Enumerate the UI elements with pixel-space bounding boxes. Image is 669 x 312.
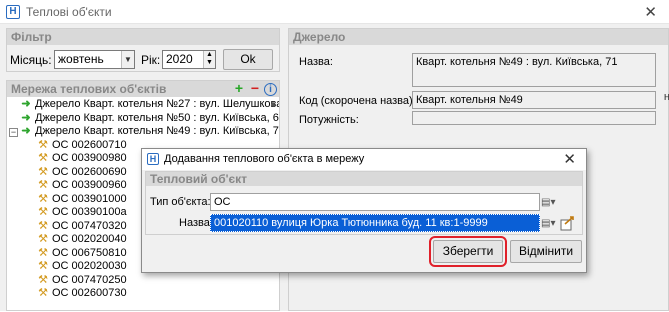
network-header-label: Мережа теплових об'єктів — [11, 82, 167, 96]
tree-item-label: ОС 002020030 — [52, 260, 127, 272]
spin-arrows-icon[interactable]: ▲ ▼ — [203, 51, 215, 68]
green-arrow-icon: ➜ — [21, 111, 31, 124]
month-select[interactable]: жовтень ▼ — [54, 50, 135, 69]
save-button[interactable]: Зберегти — [429, 236, 507, 267]
pipe-icon: ⚒ — [38, 165, 48, 178]
object-type-label: Тип об'єкта: — [150, 196, 211, 208]
pipe-icon: ⚒ — [38, 179, 48, 191]
pipe-icon: ⚒ — [38, 138, 48, 151]
source-header: Джерело — [289, 29, 668, 45]
remove-icon[interactable]: − — [248, 81, 262, 96]
tree-item-label: ОС 003901000 — [52, 192, 127, 205]
tree-item-label: ОС 002020040 — [52, 233, 127, 245]
object-group: Тепловий об'єкт Тип об'єкта: ОС ▤▾ Назва… — [145, 171, 583, 235]
tree-item-label: Джерело Кварт. котельня №27 : вул. Шелуш… — [35, 98, 279, 110]
object-name-field[interactable]: 001020110 вулиця Юрка Тютюнника буд. 11 … — [210, 214, 540, 232]
ok-button[interactable]: Ok — [223, 49, 273, 70]
tree-item[interactable]: ⚒ ОС 002600730 — [7, 287, 279, 301]
year-spinner[interactable]: 2020 ▲ ▼ — [162, 50, 216, 69]
source-name-field[interactable]: Кварт. котельня №49 : вул. Київська, 71 — [412, 53, 656, 87]
clipped-text: н — [663, 91, 669, 103]
year-value: 2020 — [166, 52, 193, 66]
dialog-close-button[interactable]: ✕ — [563, 150, 576, 168]
pipe-icon: ⚒ — [38, 192, 48, 205]
add-icon[interactable]: + — [232, 81, 246, 96]
pipe-icon: ⚒ — [38, 152, 48, 164]
object-name-label: Назва: — [179, 217, 213, 229]
tree-item-label: ОС 006750810 — [52, 246, 127, 259]
tree-item[interactable]: ⚒ ОС 007470250 — [7, 274, 279, 288]
collapse-icon[interactable]: − — [9, 128, 18, 137]
pipe-icon: ⚒ — [38, 287, 48, 299]
scroll-up-icon[interactable]: ▲ — [269, 99, 277, 108]
dialog-app-icon: H — [147, 153, 159, 165]
green-arrow-icon: ➜ — [21, 125, 31, 137]
month-value: жовтень — [58, 52, 104, 66]
tree-item-label: ОС 007470250 — [52, 273, 127, 286]
tree-item-label: ОС 00390100а — [52, 206, 127, 218]
window-title: Теплові об'єкти — [26, 4, 112, 19]
dropdown-icon[interactable]: ▤▾ — [541, 195, 555, 210]
dialog-title: Додавання теплового об'єкта в мережу — [164, 153, 365, 165]
chevron-down-icon[interactable]: ▼ — [121, 51, 134, 68]
window-close-button[interactable]: ✕ — [644, 3, 657, 21]
network-header: Мережа теплових об'єктів + − i — [7, 81, 279, 97]
pipe-icon: ⚒ — [38, 273, 48, 286]
tree-item-label: ОС 003900960 — [52, 179, 127, 191]
pick-object-icon[interactable] — [560, 215, 576, 231]
tree-item[interactable]: − ➜ Джерело Кварт. котельня №49 : вул. Киї… — [7, 125, 279, 139]
name-dropdown-icon[interactable]: ▤▾ — [541, 216, 555, 231]
tree-item-label: ОС 002600690 — [52, 165, 127, 178]
add-object-dialog: H Додавання теплового об'єкта в мережу ✕… — [141, 148, 587, 273]
cancel-button[interactable]: Відмінити — [510, 240, 582, 263]
year-label: Рік: — [141, 53, 161, 67]
pipe-icon: ⚒ — [38, 246, 48, 259]
source-code-label: Код (скорочена назва): — [299, 95, 416, 107]
tree-item-label: Джерело Кварт. котельня №49 : вул. Київс… — [35, 125, 279, 137]
tree-item-label: ОС 007470320 — [52, 219, 127, 232]
source-power-label: Потужність: — [299, 114, 359, 126]
object-name-value: 001020110 вулиця Юрка Тютюнника буд. 11 … — [214, 217, 488, 229]
tree-item-label: ОС 002600730 — [52, 287, 127, 299]
pipe-icon: ⚒ — [38, 260, 48, 272]
app-icon: H — [6, 4, 20, 19]
source-power-field[interactable] — [412, 111, 656, 125]
tree-item-label: ОС 002600710 — [52, 138, 127, 151]
dialog-titlebar: H Додавання теплового об'єкта в мережу ✕ — [142, 149, 586, 170]
tree-item[interactable]: ➜ Джерело Кварт. котельня №27 : вул. Шелу… — [7, 98, 279, 112]
source-name-label: Назва: — [299, 56, 333, 68]
filter-header: Фільтр — [7, 29, 279, 45]
tree-item-label: Джерело Кварт. котельня №50 : вул. Київс… — [35, 111, 279, 124]
tree-item[interactable]: ➜ Джерело Кварт. котельня №50 : вул. Київ… — [7, 112, 279, 126]
info-icon[interactable]: i — [264, 82, 277, 96]
pipe-icon: ⚒ — [38, 219, 48, 232]
month-label: Місяць: — [10, 53, 52, 67]
object-group-header: Тепловий об'єкт — [146, 172, 582, 186]
filter-panel: Фільтр Місяць: жовтень ▼ Рік: 2020 ▲ ▼ Ok — [6, 28, 280, 72]
window-titlebar: H Теплові об'єкти ✕ — [0, 0, 669, 24]
pipe-icon: ⚒ — [38, 233, 48, 245]
green-arrow-icon: ➜ — [21, 98, 31, 110]
object-type-field[interactable]: ОС — [210, 193, 540, 211]
object-type-value: ОС — [214, 196, 231, 208]
tree-item-label: ОС 003900980 — [52, 152, 127, 164]
source-code-field[interactable]: Кварт. котельня №49 — [412, 91, 656, 109]
pipe-icon: ⚒ — [38, 206, 48, 218]
